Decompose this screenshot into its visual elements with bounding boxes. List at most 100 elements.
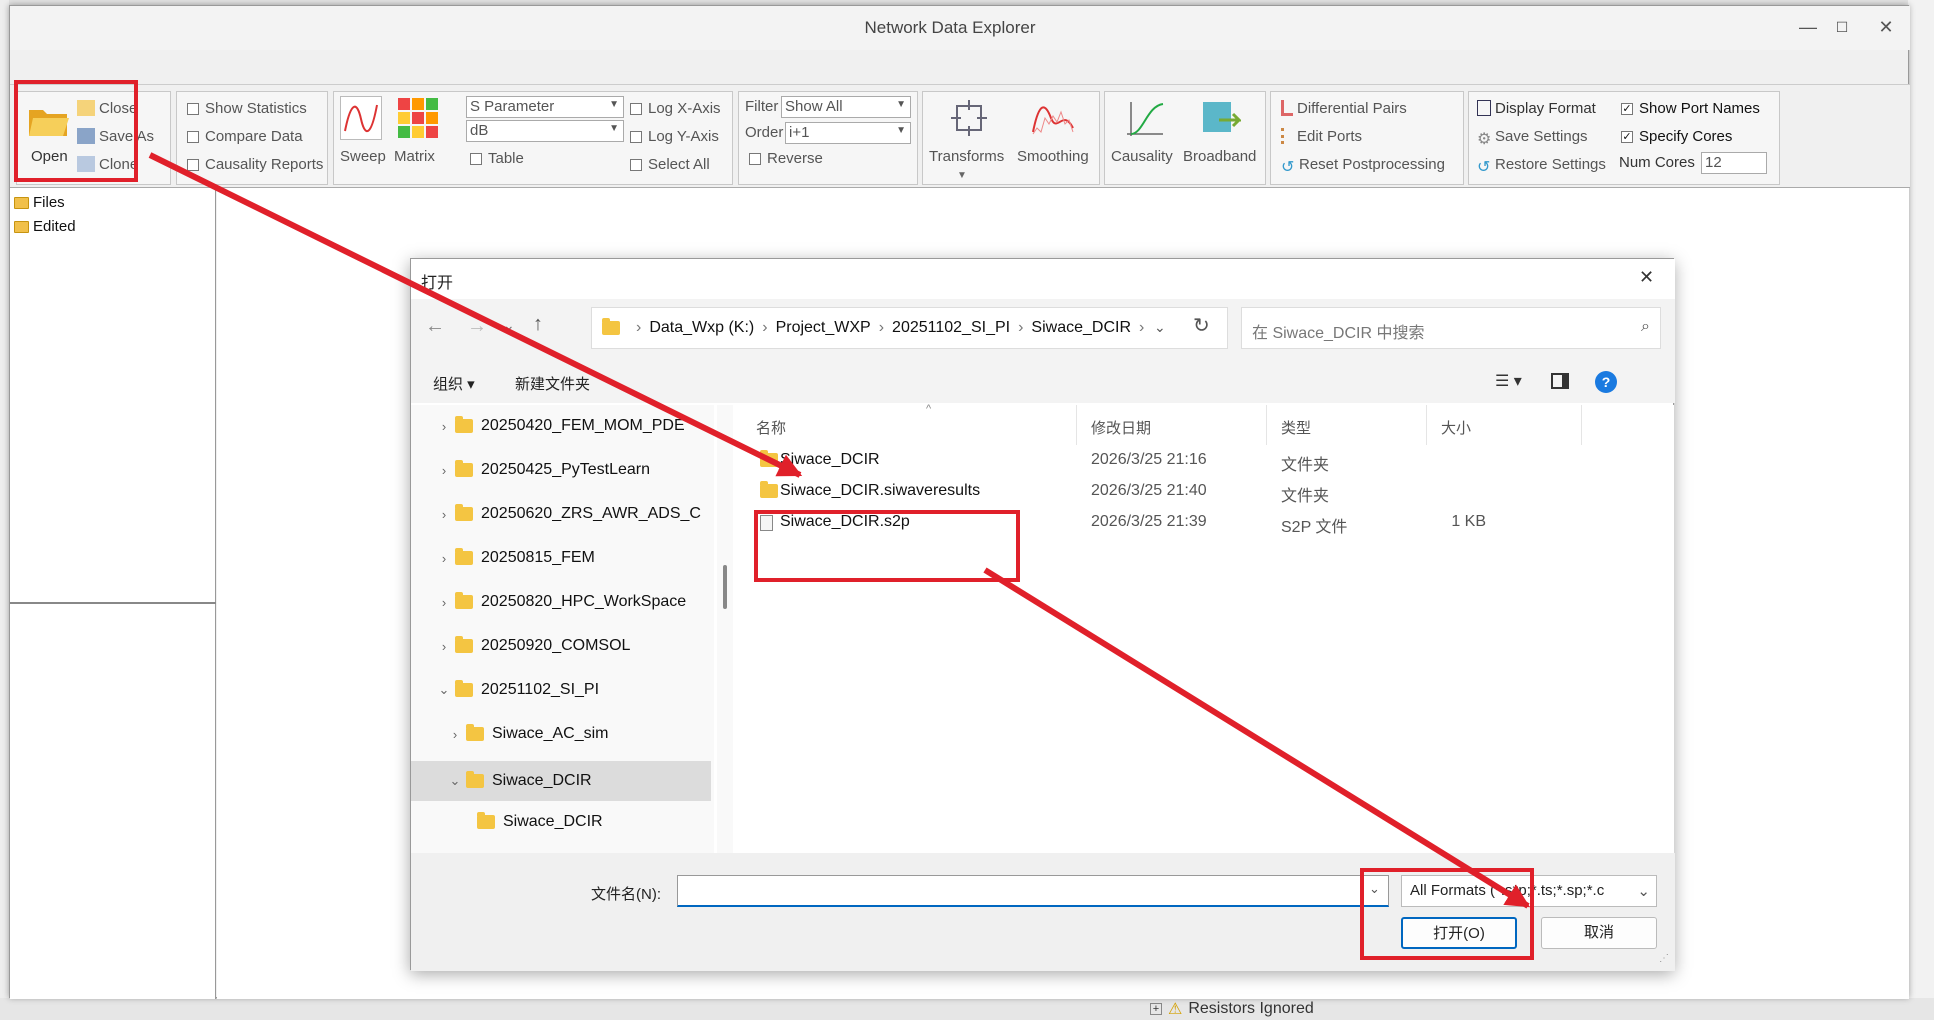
matrix-button[interactable]: Matrix <box>394 148 435 165</box>
unit-select[interactable]: dB ▼ <box>466 120 624 142</box>
causality-reports-checkbox[interactable]: Causality Reports <box>187 156 323 173</box>
chevron-right-icon[interactable]: › <box>433 595 455 610</box>
restore-settings-button[interactable]: ↺ Restore Settings <box>1477 156 1606 176</box>
save-settings-button[interactable]: ⚙ Save Settings <box>1477 128 1588 148</box>
reverse-checkbox[interactable]: Reverse <box>749 150 823 167</box>
nav-tree-item[interactable]: Siwace_DCIR <box>455 812 603 831</box>
specify-cores-checkbox[interactable]: ✓ Specify Cores <box>1621 128 1732 145</box>
view-options-icon[interactable]: ☰ ▾ <box>1495 371 1522 391</box>
close-button[interactable]: Close <box>77 100 137 117</box>
refresh-icon[interactable]: ↻ <box>1193 313 1210 338</box>
breadcrumb-project[interactable]: Project_WXP <box>776 319 871 337</box>
chevron-right-icon[interactable]: › <box>433 507 455 522</box>
file-row[interactable]: Siwace_DCIR.s2p 2026/3/25 21:39 S2P 文件 1 KB <box>736 507 1674 539</box>
organize-button[interactable]: 组织 ▾ <box>433 373 475 394</box>
causality-button[interactable]: Causality <box>1111 148 1173 165</box>
cancel-button[interactable]: 取消 <box>1541 917 1657 949</box>
show-port-names-checkbox[interactable]: ✓ Show Port Names <box>1621 100 1760 117</box>
column-size[interactable]: 大小 <box>1441 417 1471 438</box>
resistors-ignored-item[interactable]: + ⚠ Resistors Ignored <box>1150 998 1314 1020</box>
forward-arrow-icon[interactable]: → <box>467 315 487 338</box>
nav-tree-item[interactable]: › Siwace_AC_sim <box>444 724 608 743</box>
new-folder-button[interactable]: 新建文件夹 <box>515 373 590 394</box>
file-row[interactable]: Siwace_DCIR.siwaveresults 2026/3/25 21:40… <box>736 476 1674 508</box>
log-y-checkbox[interactable]: Log Y-Axis <box>630 128 719 145</box>
open-folder-icon[interactable] <box>27 102 71 138</box>
file-type-select[interactable]: All Formats (*.s*p;*.ts;*.sp;*.c ⌄ <box>1401 875 1657 907</box>
chevron-right-icon[interactable]: › <box>433 463 455 478</box>
matrix-icon[interactable] <box>398 98 438 138</box>
recent-locations-icon[interactable]: ⌄ <box>503 317 515 334</box>
breadcrumb-drive[interactable]: Data_Wxp (K:) <box>649 319 754 337</box>
show-statistics-checkbox[interactable]: Show Statistics <box>187 100 307 117</box>
chevron-down-icon[interactable]: ⌄ <box>444 773 466 789</box>
select-all-checkbox[interactable]: Select All <box>630 156 710 173</box>
up-arrow-icon[interactable]: ↑ <box>533 313 543 336</box>
breadcrumb-dcir[interactable]: Siwace_DCIR <box>1031 319 1131 337</box>
sweep-button[interactable]: Sweep <box>340 148 386 165</box>
chevron-right-icon[interactable]: › <box>444 727 466 742</box>
reset-postprocessing-button[interactable]: ↺ Reset Postprocessing <box>1281 156 1445 176</box>
tree-item-files[interactable]: Files <box>14 194 65 211</box>
nav-tree-item[interactable]: › 20250425_PyTestLearn <box>433 460 650 479</box>
chevron-right-icon[interactable]: › <box>433 551 455 566</box>
log-x-checkbox[interactable]: Log X-Axis <box>630 100 721 117</box>
transforms-icon[interactable] <box>947 98 991 138</box>
column-date[interactable]: 修改日期 <box>1091 417 1151 438</box>
file-row[interactable]: Siwace_DCIR 2026/3/25 21:16 文件夹 <box>736 445 1674 477</box>
resize-grip-icon[interactable]: ⋰ <box>1659 953 1669 964</box>
save-as-button[interactable]: Save As <box>77 128 154 145</box>
chevron-right-icon[interactable]: › <box>433 419 455 434</box>
causality-icon[interactable] <box>1123 98 1167 138</box>
edit-ports-button[interactable]: Edit Ports <box>1281 128 1362 145</box>
nav-scrollbar[interactable] <box>717 405 733 853</box>
differential-pairs-button[interactable]: Differential Pairs <box>1281 100 1407 117</box>
tree-item-edited[interactable]: Edited <box>14 218 76 235</box>
order-select[interactable]: i+1 ▼ <box>785 122 911 144</box>
nav-tree-item[interactable]: › 20250920_COMSOL <box>433 636 630 655</box>
help-icon[interactable]: ? <box>1595 371 1617 393</box>
sweep-icon[interactable] <box>340 96 382 140</box>
address-dropdown-icon[interactable]: ⌄ <box>1154 319 1166 336</box>
chevron-right-icon[interactable]: › <box>433 639 455 654</box>
broadband-icon[interactable] <box>1197 98 1243 138</box>
breadcrumb-sipi[interactable]: 20251102_SI_PI <box>892 319 1010 337</box>
folder-icon <box>455 504 473 521</box>
nav-tree-item[interactable]: › 20250820_HPC_WorkSpace <box>433 592 686 611</box>
report-group: Show Statistics Compare Data Causality R… <box>176 91 328 185</box>
smoothing-icon[interactable] <box>1031 98 1075 138</box>
clone-button[interactable]: Clone <box>77 156 138 173</box>
num-cores-input[interactable]: 12 <box>1701 152 1767 174</box>
transforms-button[interactable]: Transforms <box>929 148 1004 165</box>
filter-select[interactable]: Show All ▼ <box>781 96 911 118</box>
nav-tree-item[interactable]: › 20250620_ZRS_AWR_ADS_C <box>433 504 701 523</box>
search-input[interactable]: 在 Siwace_DCIR 中搜索 ⌕ <box>1241 307 1661 349</box>
maximize-button[interactable]: ☐ <box>1822 12 1862 42</box>
preview-pane-icon[interactable] <box>1551 373 1569 389</box>
nav-tree-item[interactable]: ⌄ Siwace_DCIR <box>411 761 711 801</box>
column-type[interactable]: 类型 <box>1281 417 1311 438</box>
back-arrow-icon[interactable]: ← <box>425 315 445 338</box>
chevron-down-icon[interactable]: ⌄ <box>433 682 455 698</box>
dialog-close-button[interactable]: ✕ <box>1639 267 1654 288</box>
expand-icon[interactable]: + <box>1150 1003 1162 1015</box>
pane-divider[interactable] <box>10 602 216 604</box>
close-window-button[interactable]: ✕ <box>1866 12 1906 42</box>
folder-icon <box>466 771 484 788</box>
open-button[interactable]: Open <box>31 148 68 165</box>
transforms-dropdown-icon[interactable]: ▼ <box>957 170 967 181</box>
nav-tree-item[interactable]: › 20250420_FEM_MOM_PDE <box>433 416 685 435</box>
open-file-button[interactable]: 打开(O) <box>1401 917 1517 949</box>
parameter-select[interactable]: S Parameter ▼ <box>466 96 624 118</box>
filename-dropdown-icon[interactable]: ⌄ <box>1369 881 1380 897</box>
compare-data-checkbox[interactable]: Compare Data <box>187 128 303 145</box>
filename-input[interactable] <box>677 875 1389 907</box>
nav-tree-item[interactable]: › 20250815_FEM <box>433 548 595 567</box>
smoothing-button[interactable]: Smoothing <box>1017 148 1089 165</box>
column-name[interactable]: 名称 <box>756 417 786 438</box>
display-format-button[interactable]: Display Format <box>1477 100 1596 117</box>
table-checkbox[interactable]: Table <box>470 150 524 167</box>
breadcrumb[interactable]: › Data_Wxp (K:) › Project_WXP › 20251102_SI… <box>591 307 1228 349</box>
broadband-button[interactable]: Broadband <box>1183 148 1256 165</box>
nav-tree-item[interactable]: ⌄ 20251102_SI_PI <box>433 680 599 699</box>
